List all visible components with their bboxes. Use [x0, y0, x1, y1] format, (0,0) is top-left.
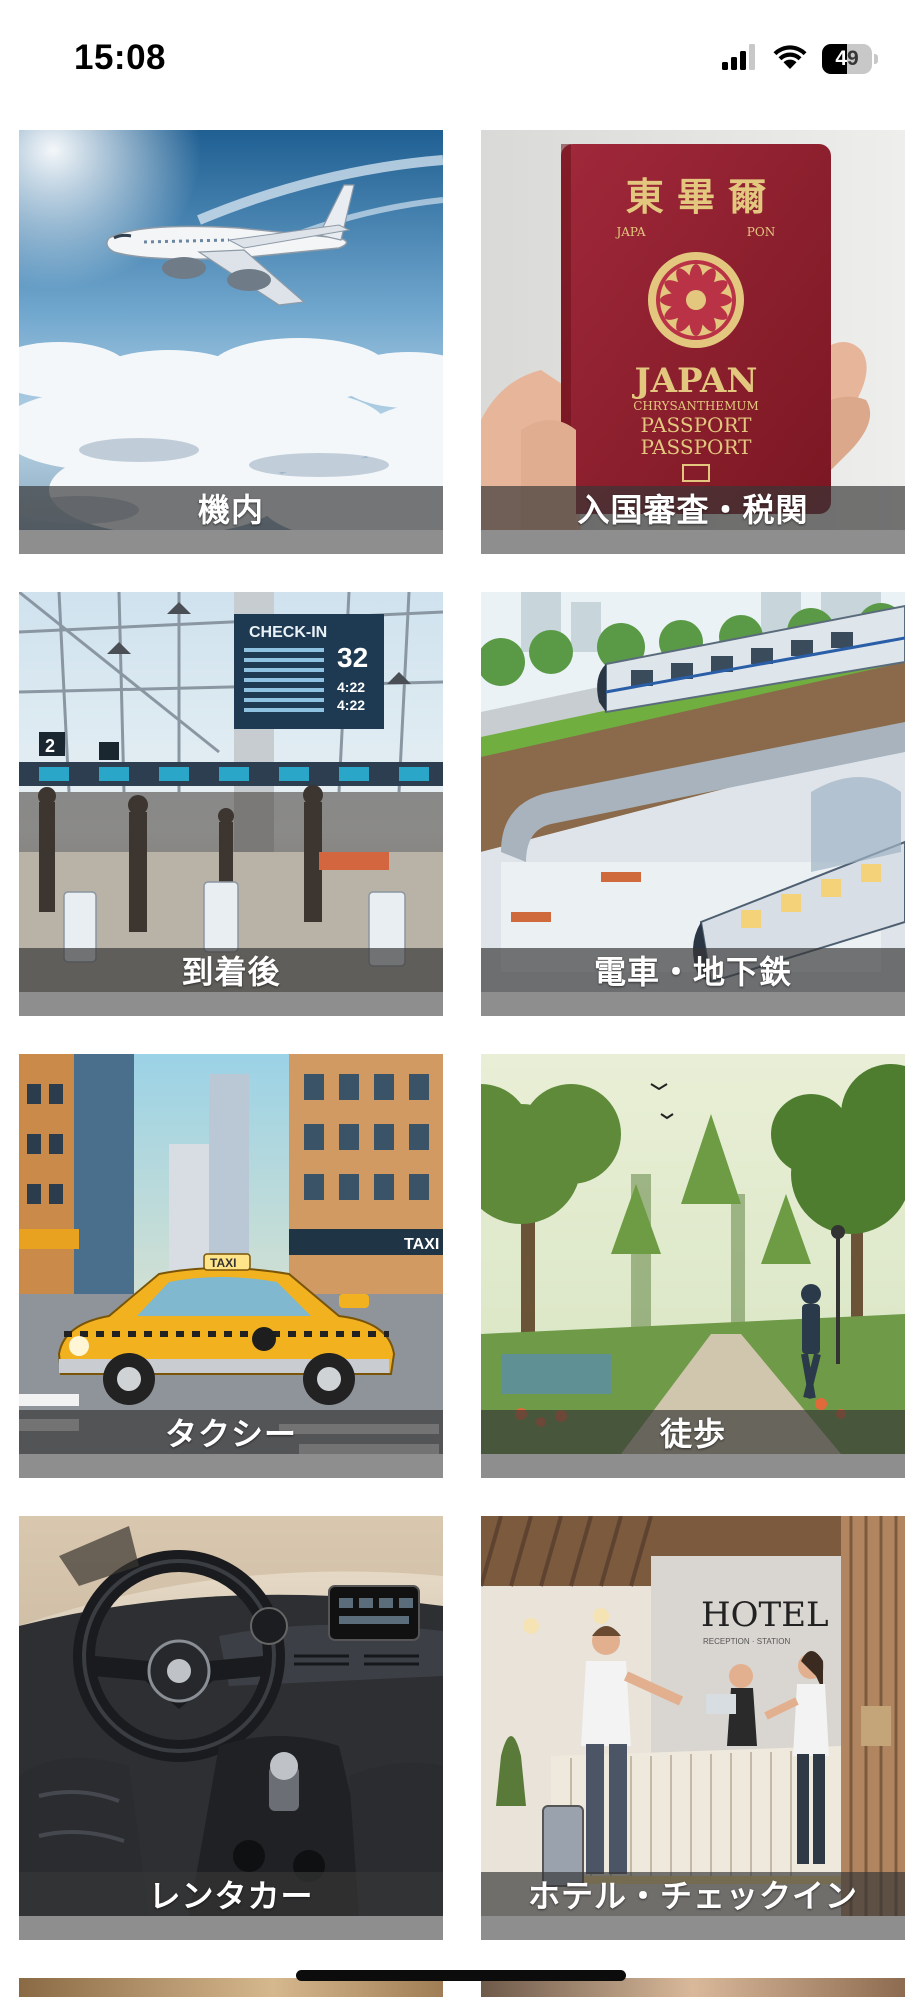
taxi-store-sign: TAXI — [404, 1236, 439, 1253]
card-base — [19, 992, 443, 1016]
board-num3: 4:22 — [337, 697, 365, 713]
board-num1: 32 — [337, 642, 368, 673]
taxi-image: TAXI TAXI — [19, 1054, 443, 1454]
board-gate: 2 — [45, 736, 55, 756]
status-icons: 49 — [722, 42, 878, 76]
passport-line2: PASSPORT — [640, 413, 752, 437]
passport-line3: PASSPORT — [640, 435, 752, 459]
airport-hall-image: CHECK-IN 32 4:22 4:22 2 — [19, 592, 443, 992]
home-indicator[interactable] — [296, 1970, 626, 1981]
status-bar: 15:08 49 — [0, 0, 924, 118]
category-grid: 機内 東 畢 爾 JAPA PON JAPAN CHRYSANTHEMUM PA… — [19, 130, 905, 1997]
status-time: 15:08 — [74, 38, 167, 77]
category-label: ホテル・チェックイン — [527, 1877, 858, 1915]
category-card-walking[interactable]: 徒歩 — [481, 1054, 905, 1478]
board-num2: 4:22 — [337, 679, 365, 695]
passport-pon: PON — [747, 225, 775, 239]
category-card-train-subway[interactable]: 電車・地下鉄 — [481, 592, 905, 1016]
category-label: 到着後 — [181, 953, 281, 991]
card-base — [481, 1916, 905, 1940]
category-card-hotel-check-in[interactable]: HOTEL RECEPTION · STATION ホテル・チェックイン — [481, 1516, 905, 1940]
passport-kanji: 東 畢 爾 — [626, 174, 766, 219]
passport-line1: CHRYSANTHEMUM — [633, 399, 759, 413]
category-label: 入国審査・税関 — [577, 491, 809, 529]
cellular-signal-icon — [722, 44, 758, 74]
category-label: 徒歩 — [659, 1415, 726, 1453]
card-base — [481, 1454, 905, 1478]
category-label: 機内 — [197, 491, 264, 529]
train-image — [481, 592, 905, 992]
category-card-in-flight[interactable]: 機内 — [19, 130, 443, 554]
category-label: 電車・地下鉄 — [593, 953, 792, 991]
card-base — [19, 530, 443, 554]
category-card-taxi[interactable]: TAXI TAXI タクシー — [19, 1054, 443, 1478]
category-label: タクシー — [164, 1415, 297, 1453]
taxi-roof-sign: TAXI — [210, 1256, 236, 1270]
passport-japa: JAPA — [614, 225, 645, 239]
hotel-lobby-image: HOTEL RECEPTION · STATION — [481, 1516, 905, 1916]
category-card-after-arrival[interactable]: CHECK-IN 32 4:22 4:22 2 到着後 — [19, 592, 443, 1016]
hotel-sign: HOTEL — [701, 1595, 829, 1635]
park-image — [481, 1054, 905, 1454]
category-card-immigration-customs[interactable]: 東 畢 爾 JAPA PON JAPAN CHRYSANTHEMUM PASSP… — [481, 130, 905, 554]
board-checkin: CHECK-IN — [249, 624, 327, 641]
card-base — [481, 992, 905, 1016]
battery-percentage: 49 — [835, 47, 859, 70]
hotel-sign-sub: RECEPTION · STATION — [703, 1637, 790, 1646]
battery-icon: 49 — [822, 44, 878, 74]
car-interior-image — [19, 1516, 443, 1916]
category-card-rental-car[interactable]: レンタカー — [19, 1516, 443, 1940]
airplane-image — [19, 130, 443, 530]
card-base — [19, 1454, 443, 1478]
passport-image: 東 畢 爾 JAPA PON JAPAN CHRYSANTHEMUM PASSP… — [481, 130, 905, 530]
wifi-icon — [772, 43, 808, 75]
category-label: レンタカー — [148, 1877, 314, 1915]
card-base — [481, 530, 905, 554]
card-base — [19, 1916, 443, 1940]
passport-title: JAPAN — [631, 361, 757, 401]
